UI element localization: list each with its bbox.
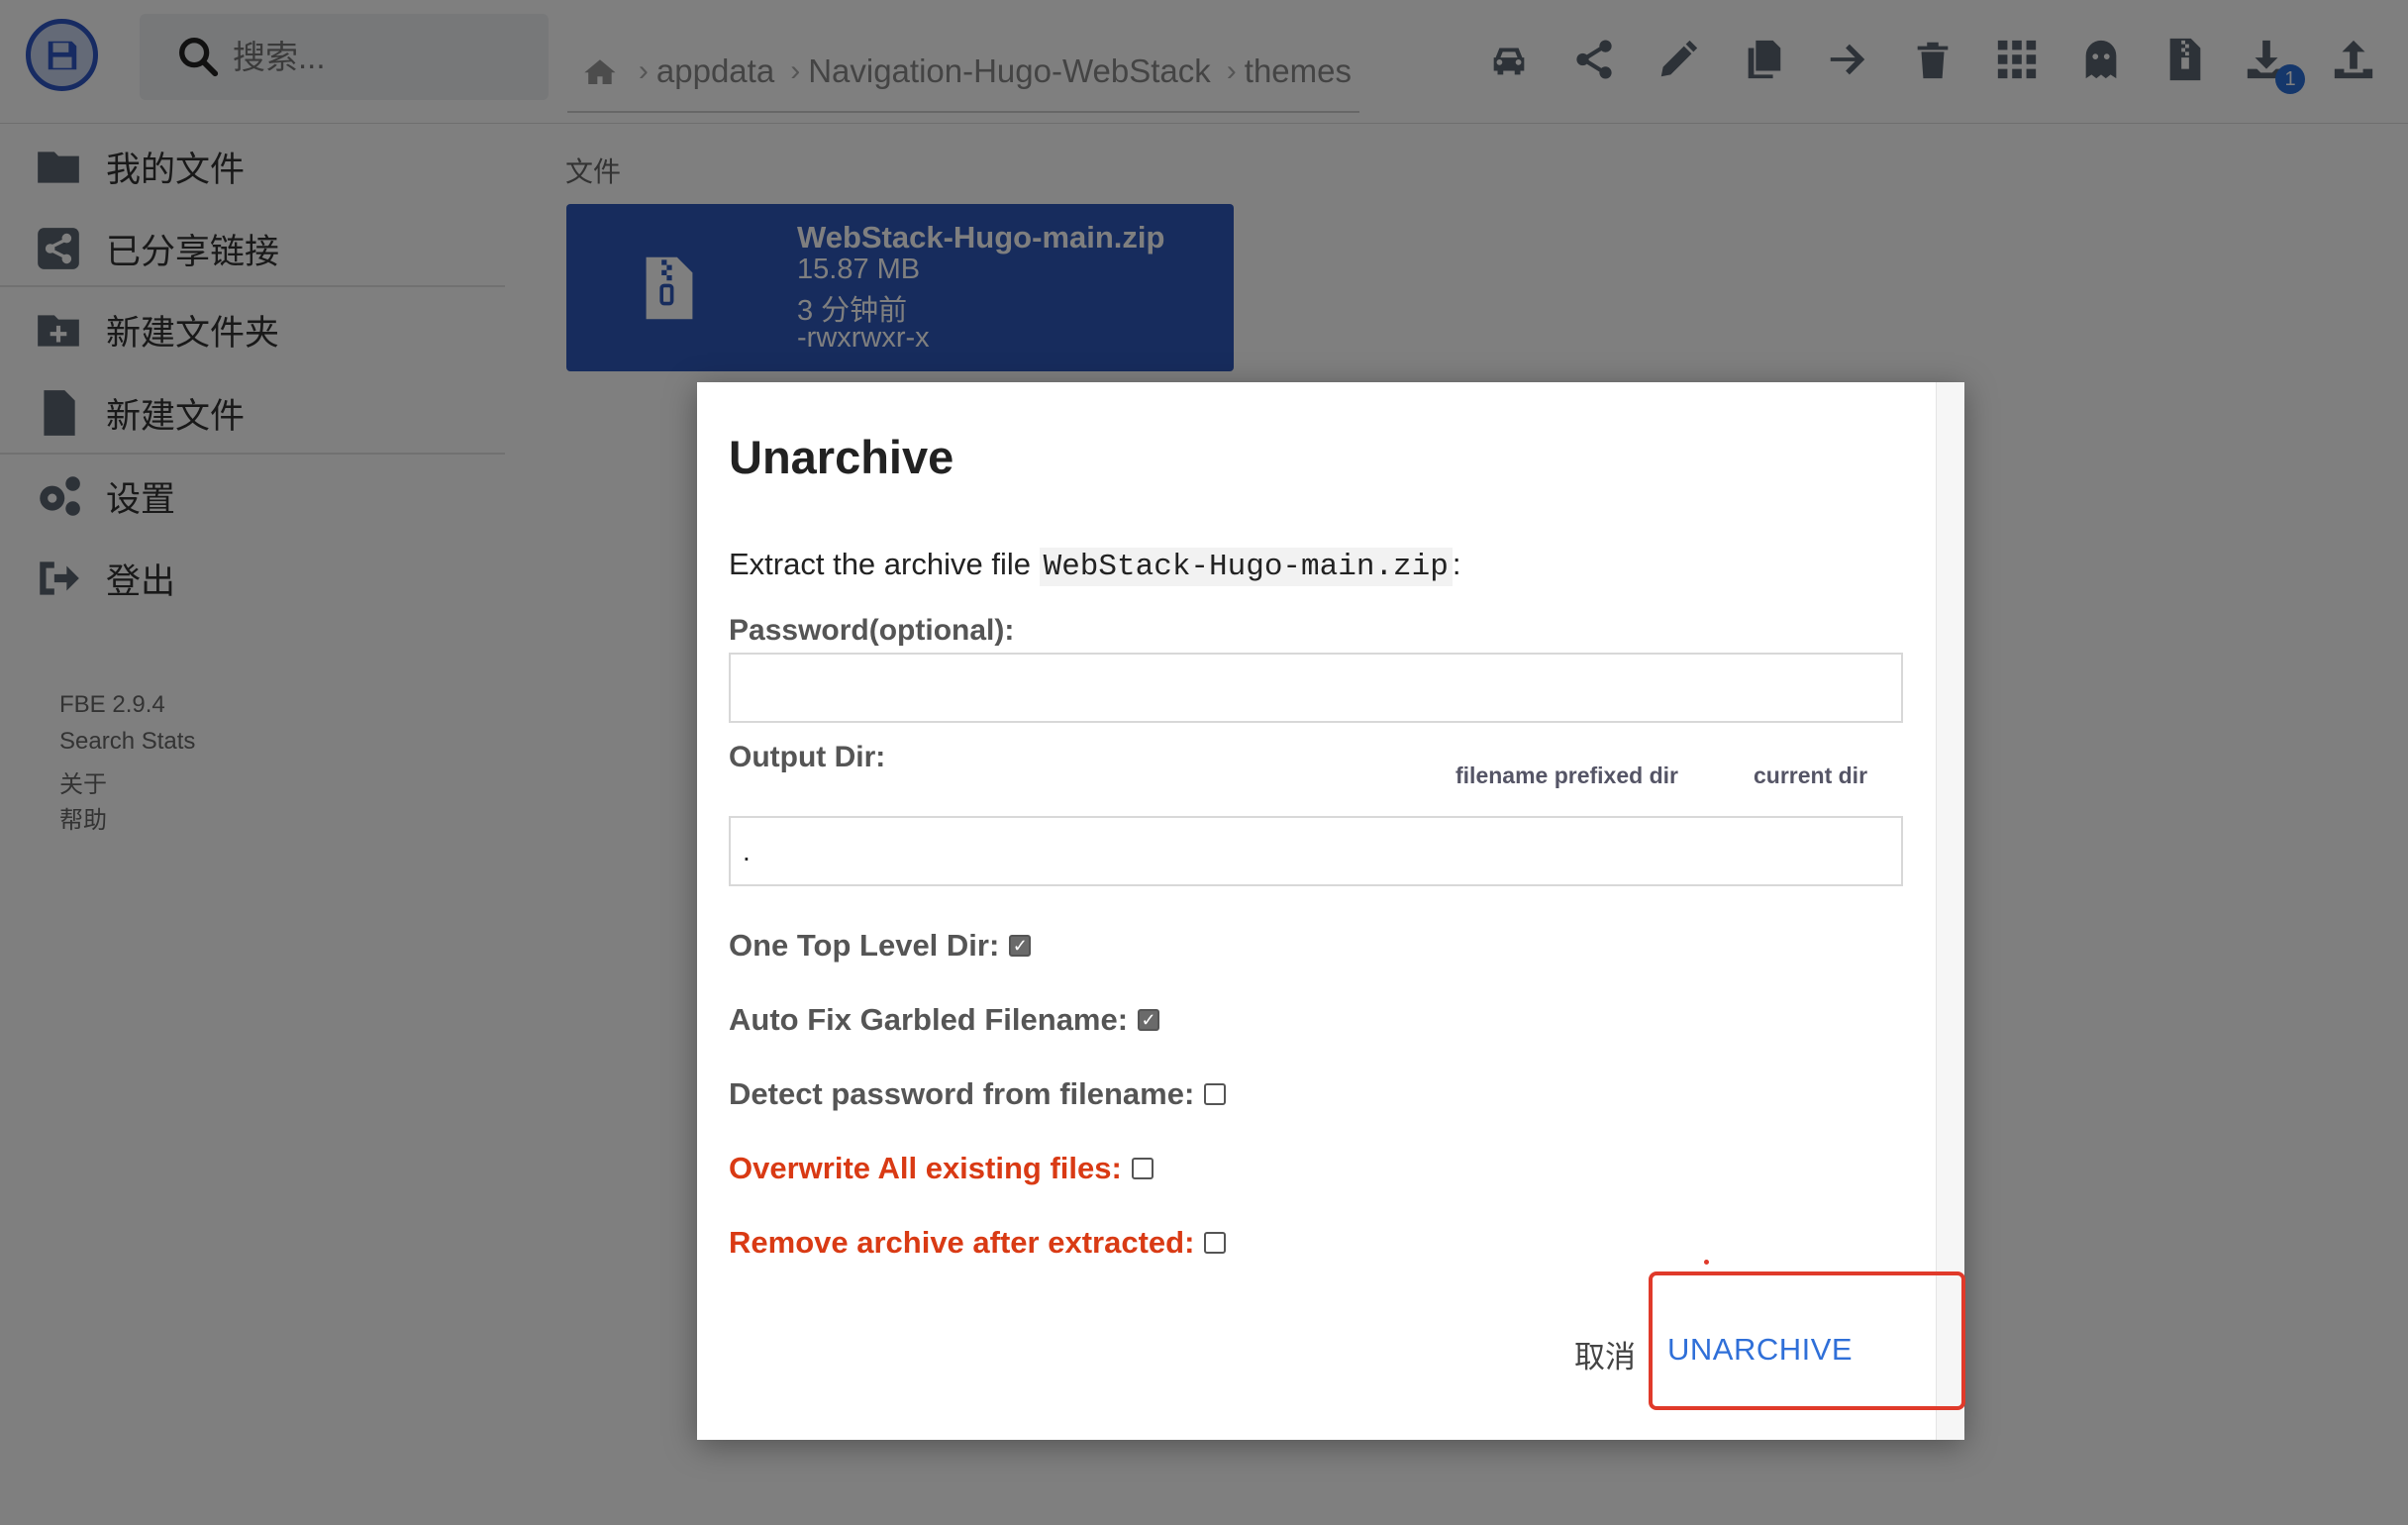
cancel-button[interactable]: 取消: [1568, 1331, 1642, 1377]
extract-description: Extract the archive file WebStack-Hugo-m…: [729, 547, 1461, 586]
highlight-box: [1649, 1271, 1965, 1410]
extract-prefix: Extract the archive file: [729, 547, 1031, 581]
remove-archive-checkbox[interactable]: [1204, 1232, 1227, 1254]
one-top-level-dir-option: One Top Level Dir: ✓: [729, 928, 1032, 964]
overwrite-files-checkbox[interactable]: [1131, 1158, 1154, 1179]
auto-fix-garbled-checkbox[interactable]: ✓: [1138, 1009, 1160, 1031]
remove-archive-option: Remove archive after extracted:: [729, 1225, 1227, 1261]
detect-password-checkbox[interactable]: [1204, 1083, 1227, 1105]
filename-prefixed-dir-option[interactable]: filename prefixed dir: [1455, 762, 1678, 789]
one-top-level-dir-checkbox[interactable]: ✓: [1009, 935, 1032, 957]
output-dir-label: Output Dir:: [729, 741, 886, 773]
archive-filename: WebStack-Hugo-main.zip: [1039, 548, 1453, 586]
checkbox-label: One Top Level Dir:: [729, 928, 1000, 963]
password-input[interactable]: [729, 653, 1903, 723]
dialog-title: Unarchive: [729, 431, 954, 483]
output-dir-input[interactable]: [729, 816, 1903, 886]
extract-suffix: :: [1452, 547, 1461, 581]
current-dir-option[interactable]: current dir: [1754, 762, 1867, 789]
checkbox-label: Detect password from filename:: [729, 1076, 1195, 1111]
annotation-dot: [1704, 1260, 1709, 1265]
checkbox-label: Remove archive after extracted:: [729, 1225, 1195, 1260]
overwrite-files-option: Overwrite All existing files:: [729, 1151, 1154, 1186]
password-label: Password(optional):: [729, 614, 1015, 647]
auto-fix-garbled-option: Auto Fix Garbled Filename: ✓: [729, 1002, 1160, 1038]
checkbox-label: Auto Fix Garbled Filename:: [729, 1002, 1129, 1037]
detect-password-option: Detect password from filename:: [729, 1076, 1227, 1112]
checkbox-label: Overwrite All existing files:: [729, 1151, 1122, 1185]
